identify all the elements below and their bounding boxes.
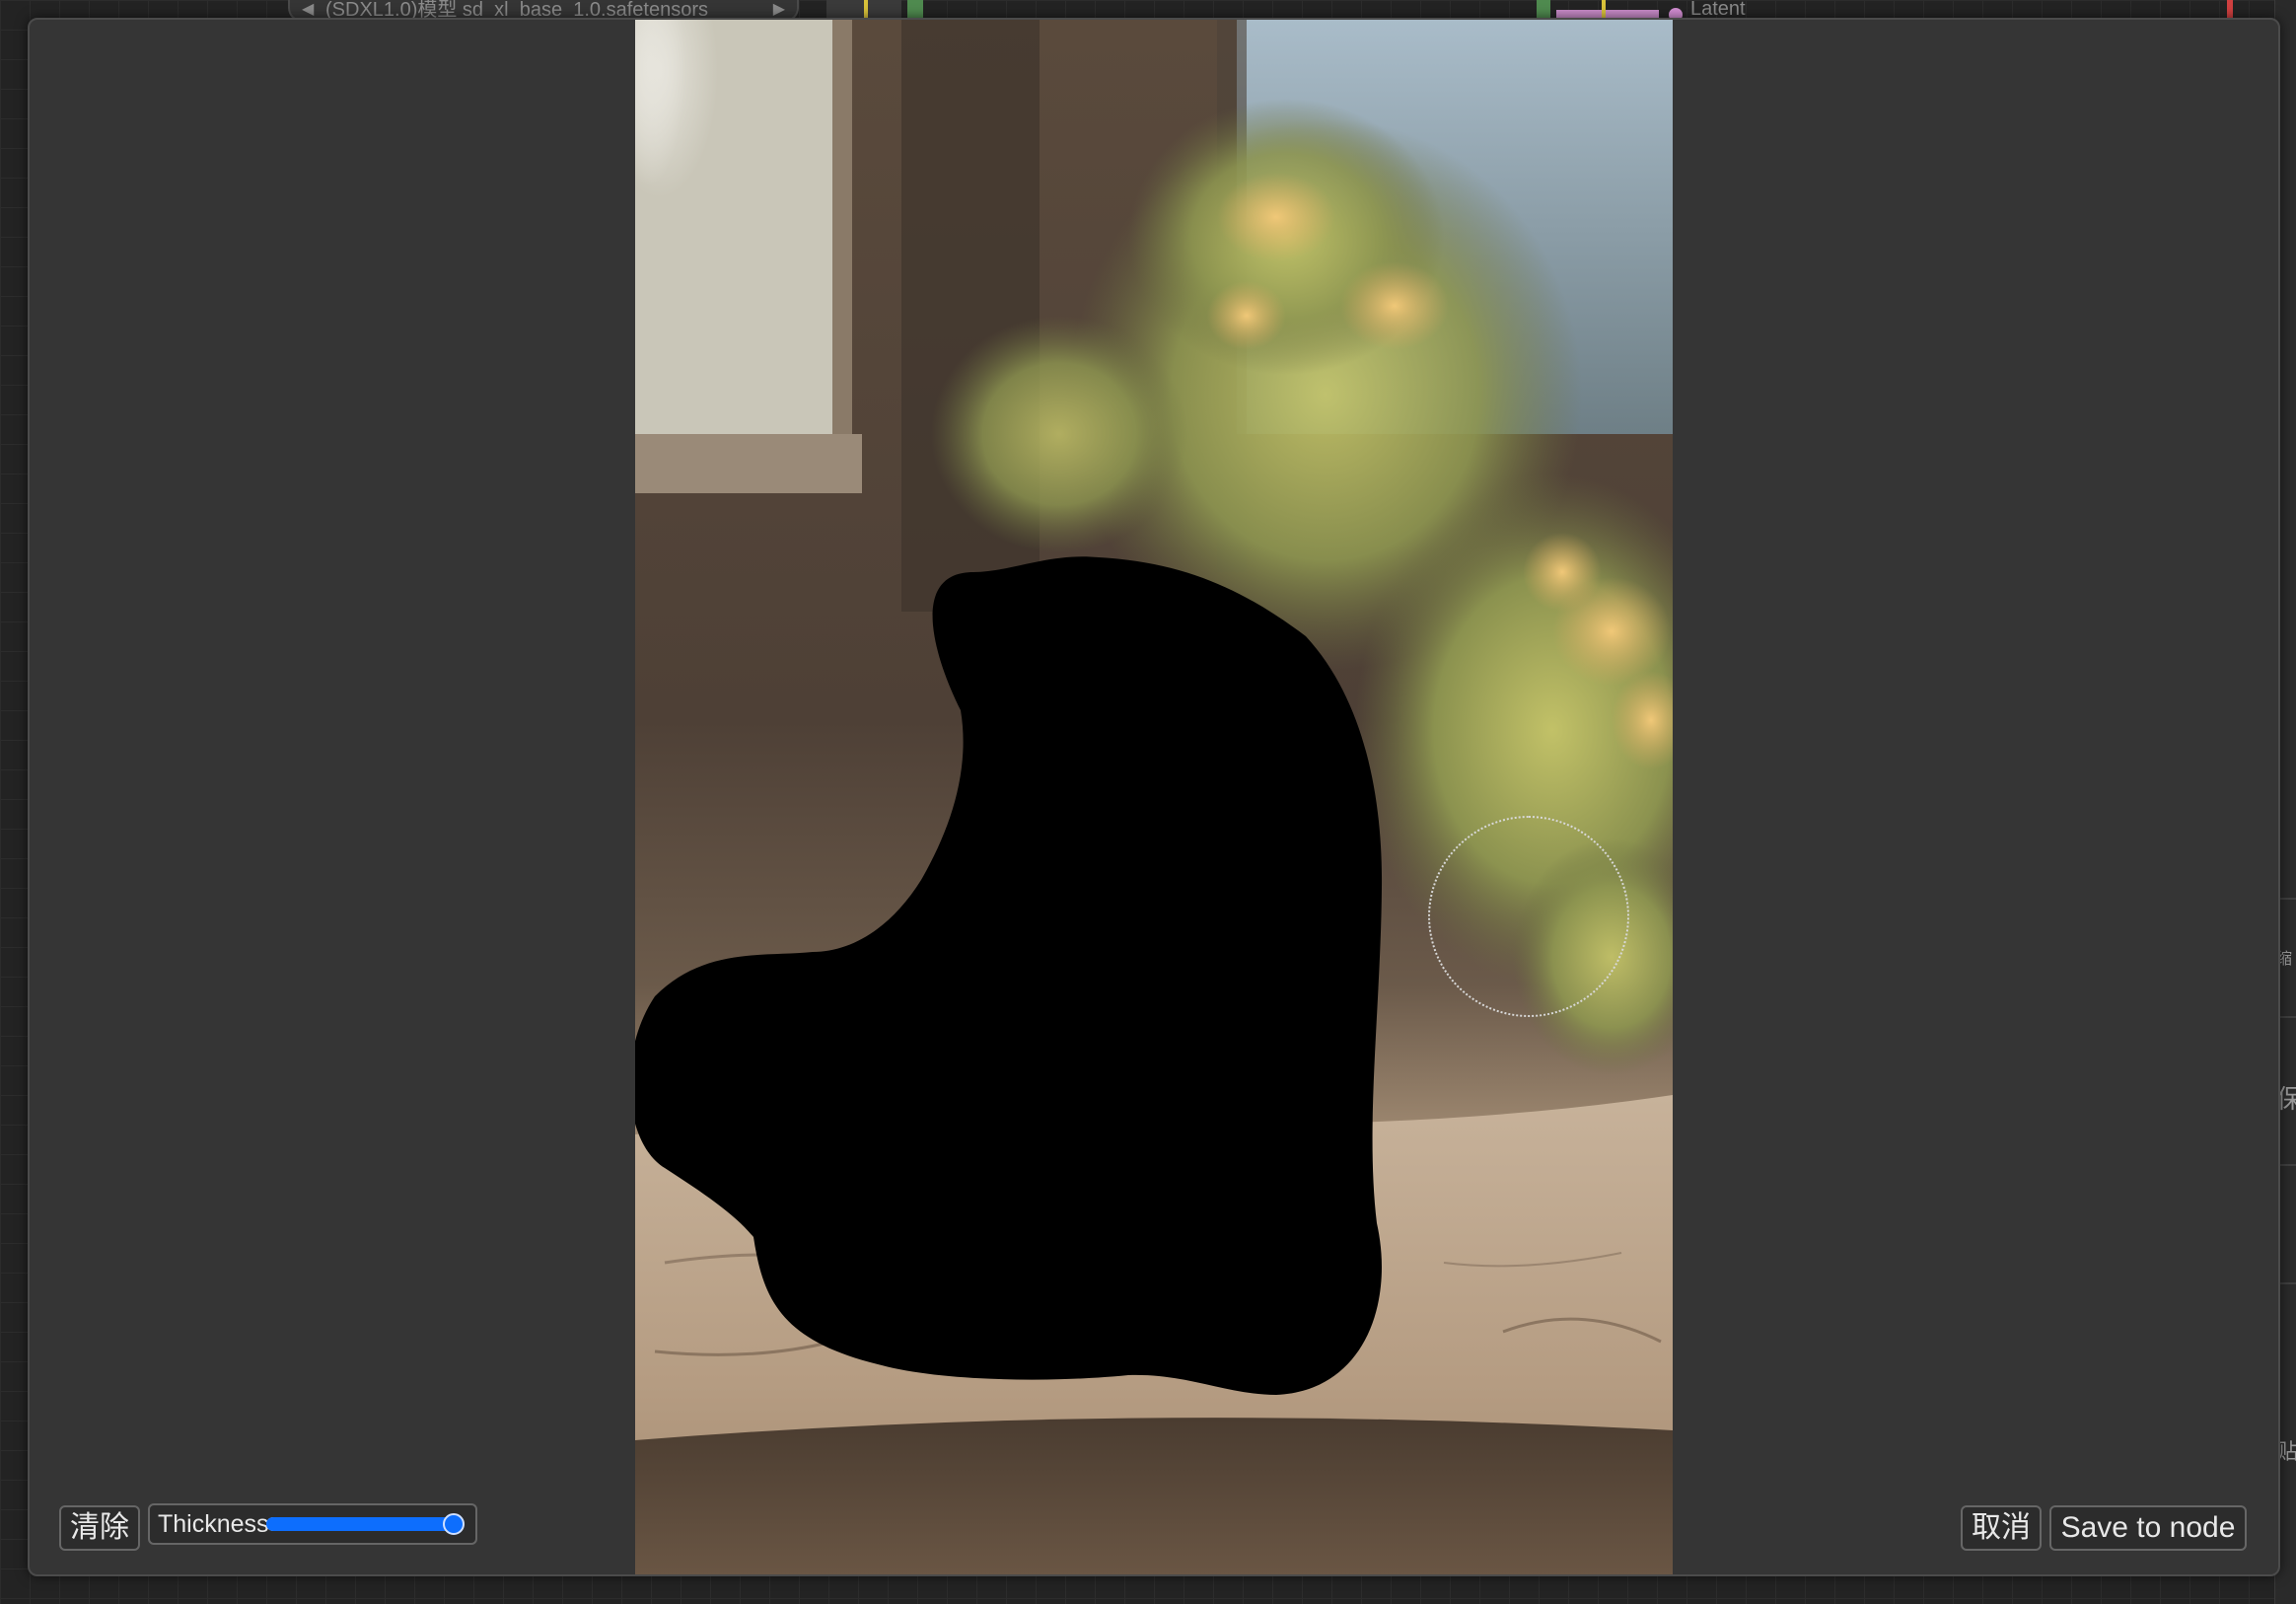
clear-button[interactable]: 清除 — [59, 1505, 140, 1551]
slider-thumb[interactable] — [443, 1513, 465, 1535]
green-wire — [1537, 0, 1550, 18]
yellow-wire — [864, 0, 868, 18]
latent-label: Latent — [1690, 0, 1746, 20]
photo-with-mask[interactable] — [635, 20, 1673, 1576]
thickness-label: Thickness — [158, 1510, 269, 1538]
green-wire — [907, 0, 923, 18]
mask-canvas[interactable] — [635, 20, 1673, 1576]
cancel-button[interactable]: 取消 — [1961, 1505, 2042, 1551]
red-wire — [2227, 0, 2233, 18]
yellow-wire — [1602, 0, 1606, 18]
save-to-node-button[interactable]: Save to node — [2049, 1505, 2247, 1551]
thickness-slider[interactable] — [266, 1513, 465, 1535]
triangle-right-icon: ▶ — [772, 1, 785, 18]
mask-editor-dialog: 清除 Thickness 取消 Save to node — [28, 18, 2280, 1576]
thickness-control: Thickness — [148, 1503, 477, 1545]
triangle-left-icon: ◀ — [302, 1, 315, 18]
slider-fill — [266, 1517, 454, 1531]
